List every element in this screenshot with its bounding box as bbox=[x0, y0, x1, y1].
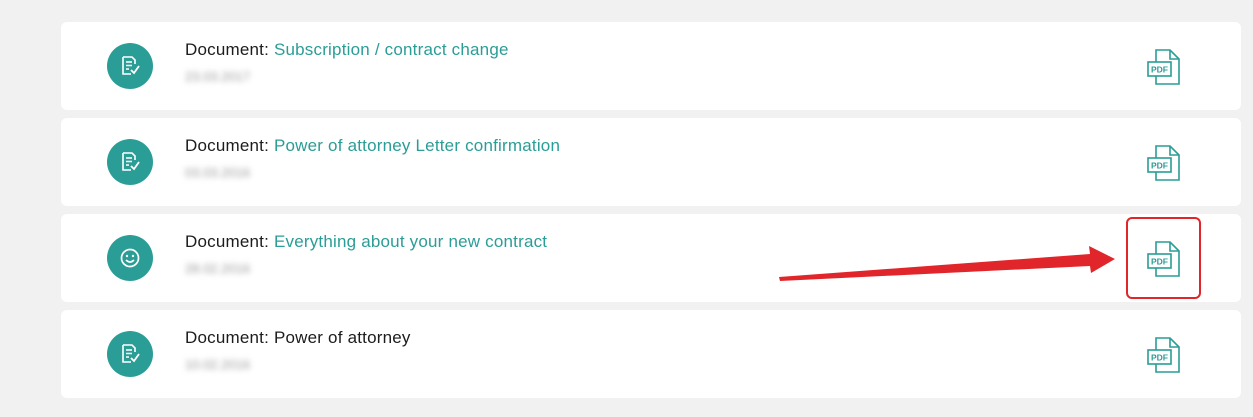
document-prefix: Document: bbox=[185, 232, 270, 251]
pdf-icon-label: PDF bbox=[1151, 353, 1168, 363]
pdf-icon: PDF bbox=[1147, 337, 1180, 373]
document-row: Document: Power of attorney Letter confi… bbox=[61, 118, 1241, 206]
pdf-icon-label: PDF bbox=[1151, 257, 1168, 267]
pdf-icon-label: PDF bbox=[1151, 161, 1168, 171]
document-title: Document: Everything about your new cont… bbox=[185, 232, 547, 252]
document-date: 28.02.2016 bbox=[185, 261, 251, 276]
document-title: Document: Power of attorney Letter confi… bbox=[185, 136, 560, 156]
document-list: Document: Subscription / contract change… bbox=[61, 22, 1241, 406]
document-date: 03.03.2016 bbox=[185, 165, 251, 180]
pdf-icon-label: PDF bbox=[1151, 65, 1168, 75]
document-row: Document: Subscription / contract change… bbox=[61, 22, 1241, 110]
pdf-icon: PDF bbox=[1147, 145, 1180, 181]
pdf-download-button[interactable]: PDF bbox=[1143, 334, 1185, 376]
pdf-download-button[interactable]: PDF bbox=[1143, 142, 1185, 184]
pdf-download-button[interactable]: PDF bbox=[1143, 238, 1185, 280]
document-prefix: Document: bbox=[185, 328, 270, 347]
document-check-icon bbox=[107, 331, 153, 377]
document-prefix: Document: bbox=[185, 136, 270, 155]
document-check-icon bbox=[107, 43, 153, 89]
document-name-link[interactable]: Everything about your new contract bbox=[274, 232, 547, 251]
pdf-icon: PDF bbox=[1147, 49, 1180, 85]
document-prefix: Document: bbox=[185, 40, 270, 59]
document-title: Document: Power of attorney bbox=[185, 328, 411, 348]
document-date: 10.02.2016 bbox=[185, 357, 251, 372]
document-row: Document: Power of attorney 10.02.2016 P… bbox=[61, 310, 1241, 398]
document-row: Document: Everything about your new cont… bbox=[61, 214, 1241, 302]
smiley-icon bbox=[107, 235, 153, 281]
document-check-icon bbox=[107, 139, 153, 185]
document-title: Document: Subscription / contract change bbox=[185, 40, 509, 60]
pdf-icon: PDF bbox=[1147, 241, 1180, 277]
document-date: 23.03.2017 bbox=[185, 69, 251, 84]
pdf-download-button[interactable]: PDF bbox=[1143, 46, 1185, 88]
document-name-link[interactable]: Power of attorney Letter confirmation bbox=[274, 136, 560, 155]
document-name: Power of attorney bbox=[273, 328, 411, 347]
document-name-link[interactable]: Subscription / contract change bbox=[274, 40, 509, 59]
